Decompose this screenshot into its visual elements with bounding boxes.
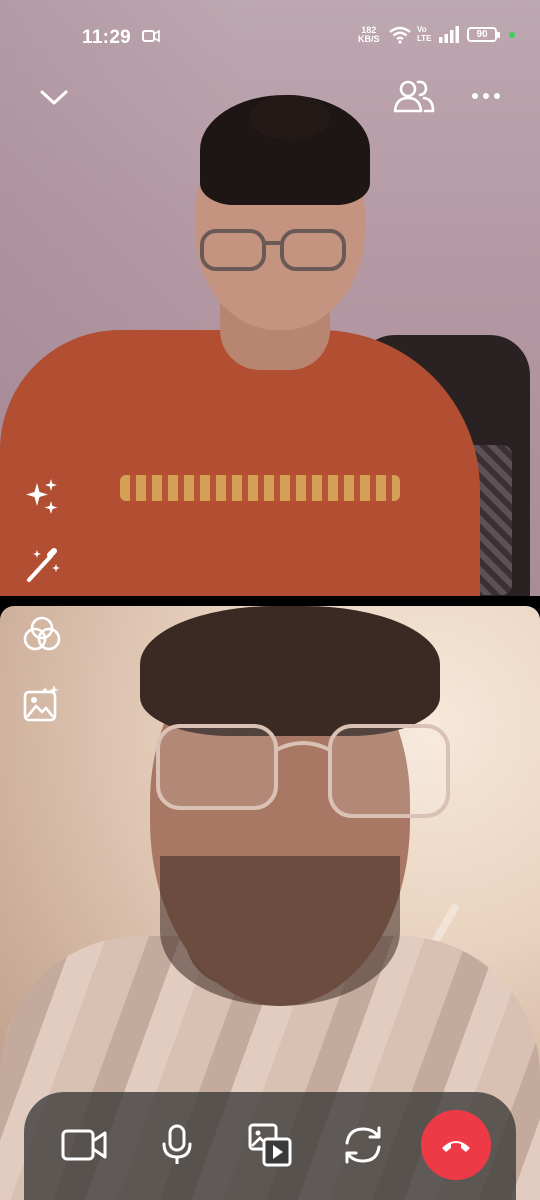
toggle-mic-button[interactable] xyxy=(142,1110,212,1180)
privacy-indicator-dot xyxy=(509,32,515,38)
participants-button[interactable] xyxy=(390,74,438,118)
more-options-button[interactable] xyxy=(468,80,504,112)
toggle-video-button[interactable] xyxy=(49,1110,119,1180)
microphone-icon xyxy=(162,1124,192,1164)
video-camera-icon xyxy=(61,1129,107,1161)
remote-glasses xyxy=(200,229,346,271)
filters-icon xyxy=(23,616,61,651)
sparkles-icon xyxy=(26,479,58,514)
share-media-button[interactable] xyxy=(235,1110,305,1180)
participants-icon xyxy=(393,80,435,113)
flip-camera-button[interactable] xyxy=(328,1110,398,1180)
more-icon xyxy=(472,93,500,99)
end-call-icon xyxy=(442,1141,470,1152)
flip-camera-icon xyxy=(345,1126,381,1164)
beautify-button[interactable] xyxy=(20,542,64,586)
end-call-button[interactable] xyxy=(421,1110,491,1180)
volte-indicator: Vo LTE xyxy=(417,25,432,43)
background-image-icon xyxy=(23,685,59,722)
share-media-icon xyxy=(248,1123,292,1167)
call-controls-bar xyxy=(24,1092,516,1200)
net-speed: 182 KB/S xyxy=(358,25,380,44)
minimize-call-button[interactable] xyxy=(34,80,74,116)
wifi-icon xyxy=(389,26,411,44)
screen-record-icon xyxy=(142,29,160,43)
signal-icon xyxy=(439,26,459,43)
effects-button[interactable] xyxy=(20,475,64,519)
chevron-down-icon xyxy=(40,90,68,105)
remote-video-tile[interactable] xyxy=(0,0,540,596)
status-bar: 11:29 182 KB/S Vo LTE 90 xyxy=(0,0,540,70)
magic-wand-icon xyxy=(27,548,60,582)
clock: 11:29 xyxy=(82,27,132,48)
video-call-screen: 11:29 182 KB/S Vo LTE 90 xyxy=(0,0,540,1200)
virtual-background-button[interactable] xyxy=(20,682,64,726)
battery-icon: 90 xyxy=(467,27,500,42)
self-glasses xyxy=(156,724,450,818)
filters-button[interactable] xyxy=(20,612,64,656)
